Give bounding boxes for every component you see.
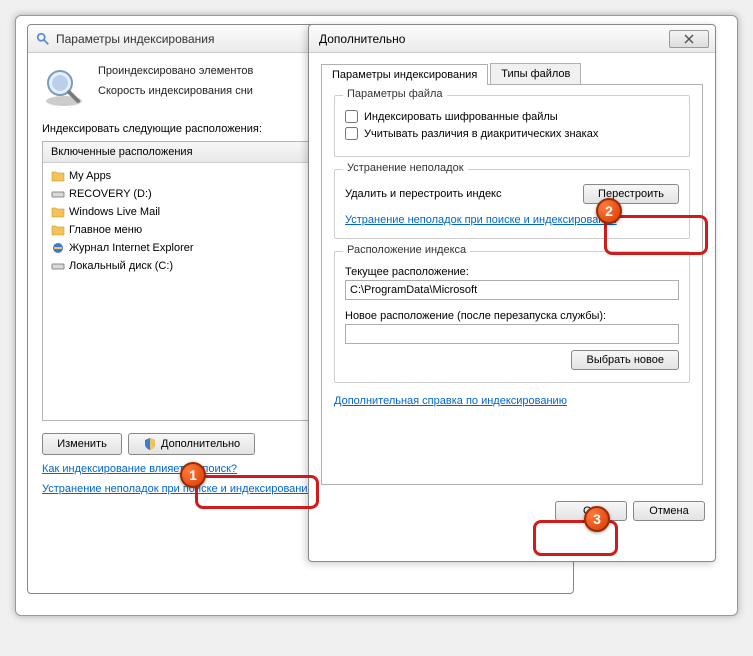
diacritics-checkbox[interactable] [345,127,358,140]
advanced-title: Дополнительно [319,32,405,46]
window-close-button[interactable] [669,30,709,48]
folder-icon [51,223,65,237]
drive-icon [51,187,65,201]
folder-icon [51,205,65,219]
callout-badge-2: 2 [596,198,622,224]
rebuild-button[interactable]: Перестроить [583,184,679,204]
advanced-titlebar: Дополнительно [309,25,715,53]
troubleshoot-search-link[interactable]: Устранение неполадок при поиске и индекс… [345,214,679,226]
callout-badge-3: 3 [584,506,610,532]
indexing-help-link[interactable]: Дополнительная справка по индексированию [334,395,690,407]
current-location-label: Текущее расположение: [345,266,679,278]
new-location-field[interactable] [345,324,679,344]
tab-content: Параметры файла Индексировать шифрованны… [321,85,703,485]
new-location-label: Новое расположение (после перезапуска сл… [345,310,679,322]
tab-file-types[interactable]: Типы файлов [490,63,581,84]
ie-icon [51,241,65,255]
index-location-group: Расположение индекса Текущее расположени… [334,251,690,383]
modify-button[interactable]: Изменить [42,433,122,455]
diacritics-label: Учитывать различия в диакритических знак… [364,128,598,140]
rebuild-label: Удалить и перестроить индекс [345,188,502,200]
current-location-field[interactable] [345,280,679,300]
choose-new-button[interactable]: Выбрать новое [571,350,679,370]
close-icon [684,34,694,44]
troubleshoot-group: Устранение неполадок Удалить и перестрои… [334,169,690,239]
magnifier-graphic-icon [42,65,86,109]
file-params-legend: Параметры файла [343,88,447,100]
file-params-group: Параметры файла Индексировать шифрованны… [334,95,690,157]
search-icon [36,32,50,46]
encrypted-label: Индексировать шифрованные файлы [364,111,558,123]
drive-icon [51,259,65,273]
troubleshoot-legend: Устранение неполадок [343,162,468,174]
index-location-legend: Расположение индекса [343,244,470,256]
tab-bar: Параметры индексирования Типы файлов [321,63,703,85]
tab-indexing-params[interactable]: Параметры индексирования [321,64,488,85]
callout-badge-1: 1 [180,462,206,488]
folder-icon [51,169,65,183]
advanced-button[interactable]: Дополнительно [128,433,255,455]
indexing-title: Параметры индексирования [56,32,214,46]
cancel-button[interactable]: Отмена [633,501,705,521]
shield-icon [143,437,157,451]
encrypted-checkbox[interactable] [345,110,358,123]
advanced-options-window: Дополнительно Параметры индексирования Т… [308,24,716,562]
